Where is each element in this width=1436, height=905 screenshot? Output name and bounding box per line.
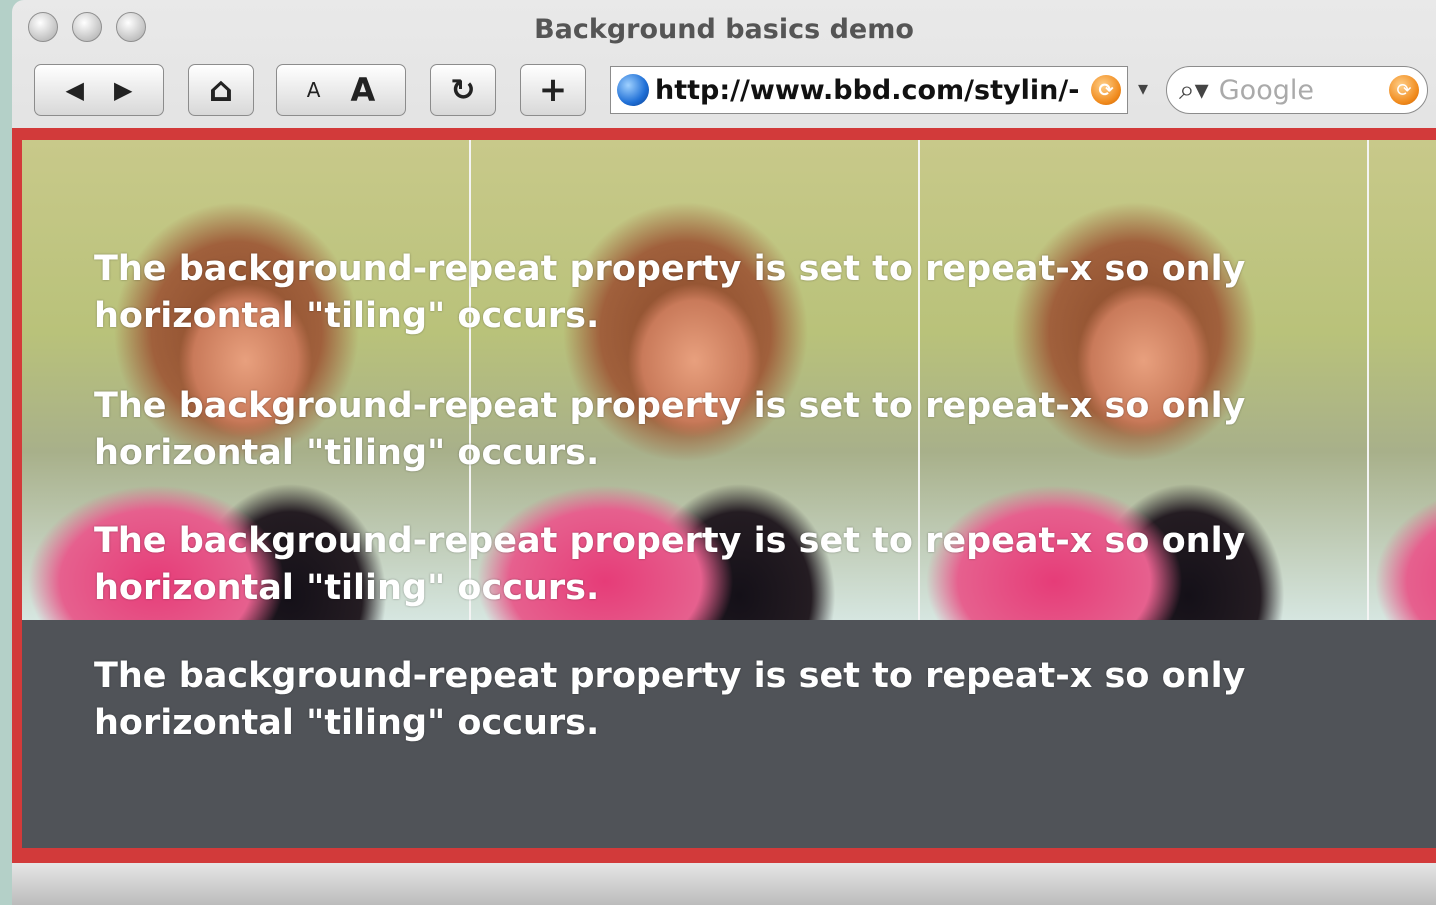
- demo-paragraph: The background-repeat property is set to…: [94, 521, 1246, 608]
- window-title: Background basics demo: [534, 14, 914, 45]
- add-bookmark-button[interactable]: +: [520, 64, 586, 116]
- reload-button[interactable]: ↻: [430, 64, 496, 116]
- search-engine-icon[interactable]: ⟳: [1389, 75, 1419, 105]
- globe-icon: [617, 74, 649, 106]
- url-text: http://www.bbd.com/stylin/-: [655, 74, 1080, 106]
- forward-arrow-icon[interactable]: ▶: [114, 76, 132, 104]
- address-bar[interactable]: http://www.bbd.com/stylin/- ⟳: [610, 66, 1128, 114]
- demo-paragraph: The background-repeat property is set to…: [94, 249, 1246, 336]
- browser-window: Background basics demo ◀ ▶ ⌂ A A ↻ + htt…: [12, 0, 1436, 905]
- back-forward-group: ◀ ▶: [34, 64, 164, 116]
- home-icon: ⌂: [208, 70, 234, 110]
- rss-icon[interactable]: ⟳: [1091, 75, 1121, 105]
- reload-icon: ↻: [450, 72, 476, 108]
- title-bar: Background basics demo: [12, 0, 1436, 58]
- search-field[interactable]: ⌕▾ Google ⟳: [1166, 66, 1428, 114]
- text-larger-button[interactable]: A: [350, 71, 375, 109]
- status-bar: [12, 863, 1436, 905]
- demo-paragraph: The background-repeat property is set to…: [94, 386, 1246, 473]
- page-content: The background-repeat property is set to…: [12, 128, 1436, 863]
- content-box: The background-repeat property is set to…: [22, 140, 1436, 848]
- url-dropdown-icon[interactable]: ▾: [1138, 76, 1148, 100]
- search-placeholder: Google: [1218, 74, 1314, 106]
- demo-paragraph: The background-repeat property is set to…: [94, 656, 1246, 743]
- home-button[interactable]: ⌂: [188, 64, 254, 116]
- back-arrow-icon[interactable]: ◀: [66, 76, 84, 104]
- plus-icon: +: [538, 70, 568, 110]
- magnifier-icon: ⌕▾: [1179, 73, 1209, 106]
- browser-toolbar: ◀ ▶ ⌂ A A ↻ + http://www.bbd.com/stylin/…: [12, 58, 1436, 128]
- text-smaller-button[interactable]: A: [307, 78, 321, 102]
- text-size-group: A A: [276, 64, 406, 116]
